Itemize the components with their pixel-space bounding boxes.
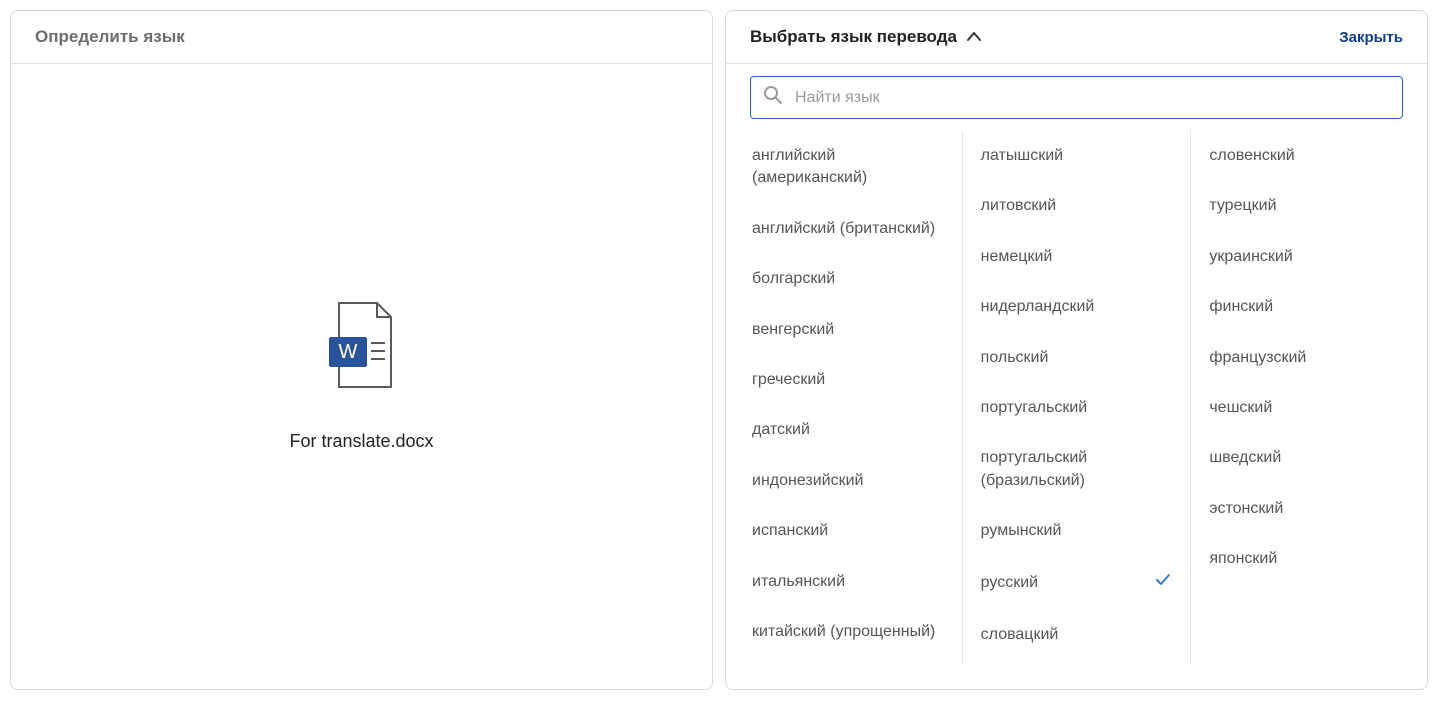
chevron-up-icon xyxy=(965,28,983,46)
language-option[interactable]: греческий xyxy=(750,355,946,405)
language-option[interactable]: словенский xyxy=(1207,131,1403,181)
language-option[interactable]: латышский xyxy=(979,131,1175,181)
language-label: португальский (бразильский) xyxy=(981,447,1173,492)
language-label: испанский xyxy=(752,520,828,542)
language-label: турецкий xyxy=(1209,195,1276,217)
target-panel-header: Выбрать язык перевода Закрыть xyxy=(726,11,1427,64)
language-option[interactable]: индонезийский xyxy=(750,456,946,506)
language-label: эстонский xyxy=(1209,498,1283,520)
language-option[interactable]: итальянский xyxy=(750,557,946,607)
language-label: французский xyxy=(1209,347,1306,369)
language-label: литовский xyxy=(981,195,1057,217)
language-label: шведский xyxy=(1209,447,1281,469)
language-label: греческий xyxy=(752,369,825,391)
language-label: португальский xyxy=(981,397,1088,419)
language-column: словенский турецкий украинский финский франц… xyxy=(1191,131,1403,665)
language-label: английский (британский) xyxy=(752,218,935,240)
language-label: нидерландский xyxy=(981,296,1095,318)
language-option[interactable]: датский xyxy=(750,405,946,455)
language-option[interactable]: японский xyxy=(1207,534,1403,584)
language-label: латышский xyxy=(981,145,1063,167)
language-option[interactable]: литовский xyxy=(979,181,1175,231)
language-label: индонезийский xyxy=(752,470,863,492)
source-panel-body: W For translate.docx xyxy=(11,64,712,689)
language-option[interactable]: португальский xyxy=(979,383,1175,433)
language-option[interactable]: финский xyxy=(1207,282,1403,332)
language-search-input[interactable] xyxy=(795,89,1390,107)
language-label: английский (американский) xyxy=(752,145,944,190)
language-label: польский xyxy=(981,347,1049,369)
language-label: болгарский xyxy=(752,268,835,290)
select-language-title: Выбрать язык перевода xyxy=(750,27,957,47)
language-label: итальянский xyxy=(752,571,845,593)
language-label: финский xyxy=(1209,296,1273,318)
language-column: английский (американский) английский (бри… xyxy=(750,131,963,665)
language-option[interactable]: русский xyxy=(979,557,1175,610)
language-option[interactable]: румынский xyxy=(979,506,1175,556)
language-option[interactable]: португальский (бразильский) xyxy=(979,433,1175,506)
language-option[interactable]: турецкий xyxy=(1207,181,1403,231)
target-panel: Выбрать язык перевода Закрыть английский… xyxy=(725,10,1428,690)
language-label: китайский (упрощенный) xyxy=(752,621,935,643)
check-icon xyxy=(1154,571,1172,596)
language-option[interactable]: английский (американский) xyxy=(750,131,946,204)
language-option[interactable]: китайский (упрощенный) xyxy=(750,607,946,657)
close-button[interactable]: Закрыть xyxy=(1339,29,1403,46)
language-label: датский xyxy=(752,419,810,441)
language-label: словацкий xyxy=(981,624,1059,646)
document-filename: For translate.docx xyxy=(289,431,433,452)
language-option[interactable]: шведский xyxy=(1207,433,1403,483)
search-icon xyxy=(763,85,783,110)
source-panel: Определить язык W For translate.docx xyxy=(10,10,713,690)
source-panel-header: Определить язык xyxy=(11,11,712,64)
detect-language-title[interactable]: Определить язык xyxy=(35,27,185,47)
language-label: немецкий xyxy=(981,246,1053,268)
language-label: украинский xyxy=(1209,246,1292,268)
language-label: чешский xyxy=(1209,397,1272,419)
target-panel-body: английский (американский) английский (бри… xyxy=(726,64,1427,689)
language-option[interactable]: английский (британский) xyxy=(750,204,946,254)
language-option[interactable]: венгерский xyxy=(750,305,946,355)
language-option[interactable]: украинский xyxy=(1207,232,1403,282)
document-area: W For translate.docx xyxy=(289,301,433,452)
language-search-box[interactable] xyxy=(750,76,1403,119)
word-document-icon: W xyxy=(327,301,397,391)
language-option[interactable]: испанский xyxy=(750,506,946,556)
language-option[interactable]: словацкий xyxy=(979,610,1175,660)
language-label: венгерский xyxy=(752,319,834,341)
language-label: румынский xyxy=(981,520,1062,542)
language-option[interactable]: чешский xyxy=(1207,383,1403,433)
language-option[interactable]: немецкий xyxy=(979,232,1175,282)
language-columns: английский (американский) английский (бри… xyxy=(750,131,1403,665)
language-option[interactable]: нидерландский xyxy=(979,282,1175,332)
language-label: японский xyxy=(1209,548,1277,570)
language-column: латышский литовский немецкий нидерландский п… xyxy=(963,131,1192,665)
language-label: словенский xyxy=(1209,145,1294,167)
language-label: русский xyxy=(981,572,1038,594)
language-option[interactable]: французский xyxy=(1207,333,1403,383)
language-option[interactable]: болгарский xyxy=(750,254,946,304)
svg-text:W: W xyxy=(338,341,357,363)
language-option[interactable]: польский xyxy=(979,333,1175,383)
language-option[interactable]: эстонский xyxy=(1207,484,1403,534)
select-language-dropdown[interactable]: Выбрать язык перевода xyxy=(750,27,983,47)
